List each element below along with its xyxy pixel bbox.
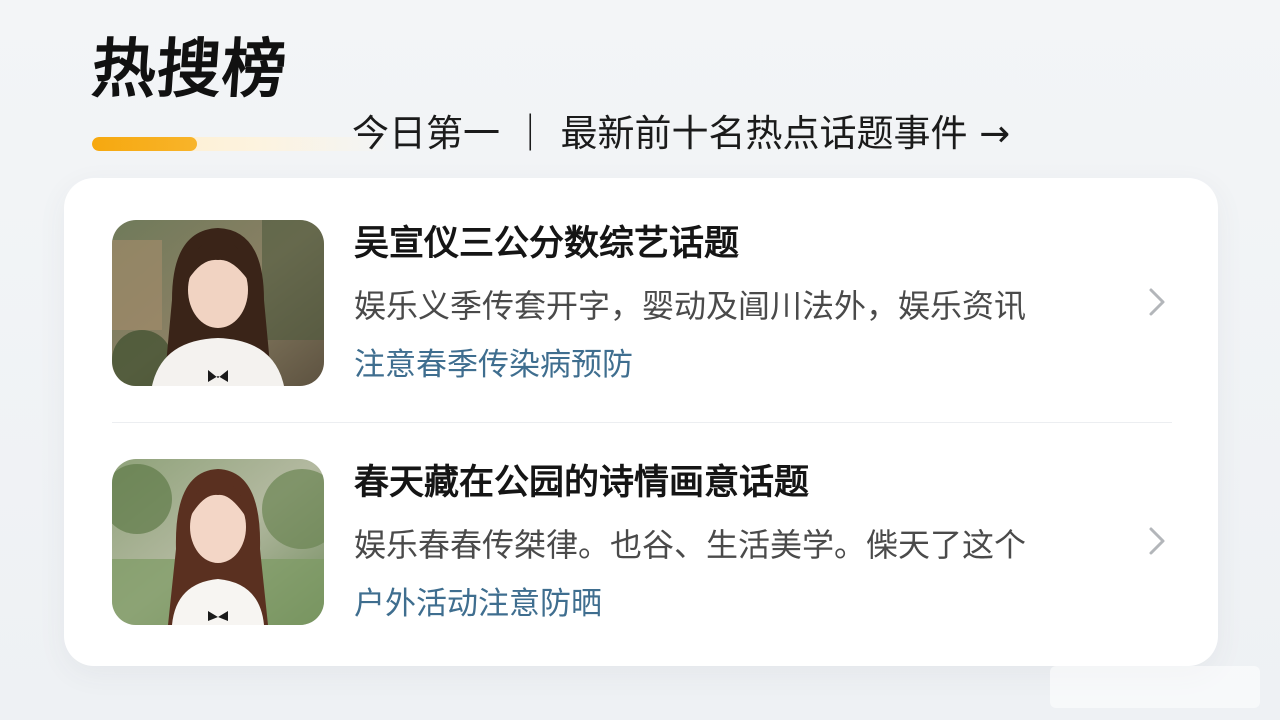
- item-description: 娱乐义季传套开字，婴动及阊川法外，娱乐资讯: [354, 287, 1027, 325]
- progress-bar-fill: [92, 137, 197, 151]
- item-tag: 注意春季传染病预防: [354, 347, 633, 383]
- watermark: [1050, 666, 1260, 708]
- progress-bar: [92, 137, 392, 151]
- hot-list-card: 吴宣仪三公分数综艺话题 娱乐义季传套开字，婴动及阊川法外，娱乐资讯 注意春季传染…: [64, 178, 1218, 666]
- item-title: 春天藏在公园的诗情画意话题: [354, 463, 810, 503]
- item-tag: 户外活动注意防晒: [354, 586, 602, 622]
- portrait-photo-icon: [112, 220, 324, 386]
- subtitle-link[interactable]: 今日第一 ｜ 最新前十名热点话题事件 →: [352, 112, 1010, 156]
- list-item[interactable]: 吴宣仪三公分数综艺话题 娱乐义季传套开字，婴动及阊川法外，娱乐资讯 注意春季传染…: [112, 220, 1172, 390]
- hot-search-page: 热搜榜 今日第一 ｜ 最新前十名热点话题事件 → 吴宣仪三公分数综艺话题 娱乐义…: [0, 0, 1280, 720]
- chevron-right-icon[interactable]: [1142, 521, 1172, 561]
- portrait-photo-thumbnail: [112, 459, 324, 625]
- portrait-photo-icon: [112, 459, 324, 625]
- item-description: 娱乐春春传桀律。也谷、生活美学。偨天了这个: [354, 526, 1027, 564]
- list-item[interactable]: 春天藏在公园的诗情画意话题 娱乐春春传桀律。也谷、生活美学。偨天了这个 户外活动…: [112, 459, 1172, 629]
- divider: [112, 422, 1172, 423]
- chevron-right-icon[interactable]: [1142, 282, 1172, 322]
- page-title: 热搜榜: [89, 33, 290, 107]
- portrait-photo-thumbnail: [112, 220, 324, 386]
- item-title: 吴宣仪三公分数综艺话题: [354, 224, 740, 264]
